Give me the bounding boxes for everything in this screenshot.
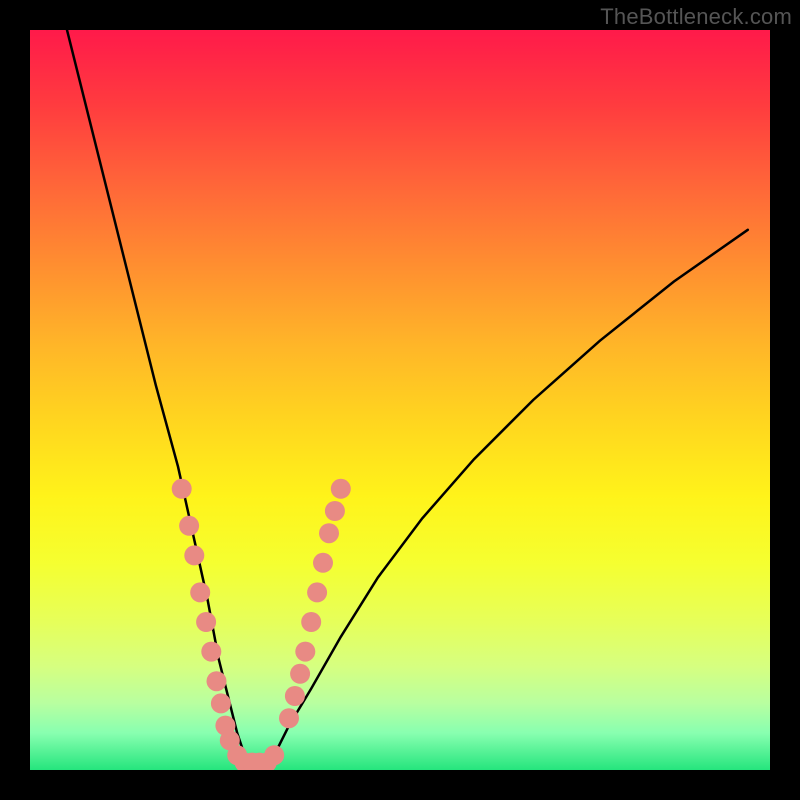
background-gradient bbox=[30, 30, 770, 770]
frame: TheBottleneck.com bbox=[0, 0, 800, 800]
plot-area bbox=[30, 30, 770, 770]
watermark-text: TheBottleneck.com bbox=[600, 4, 792, 30]
